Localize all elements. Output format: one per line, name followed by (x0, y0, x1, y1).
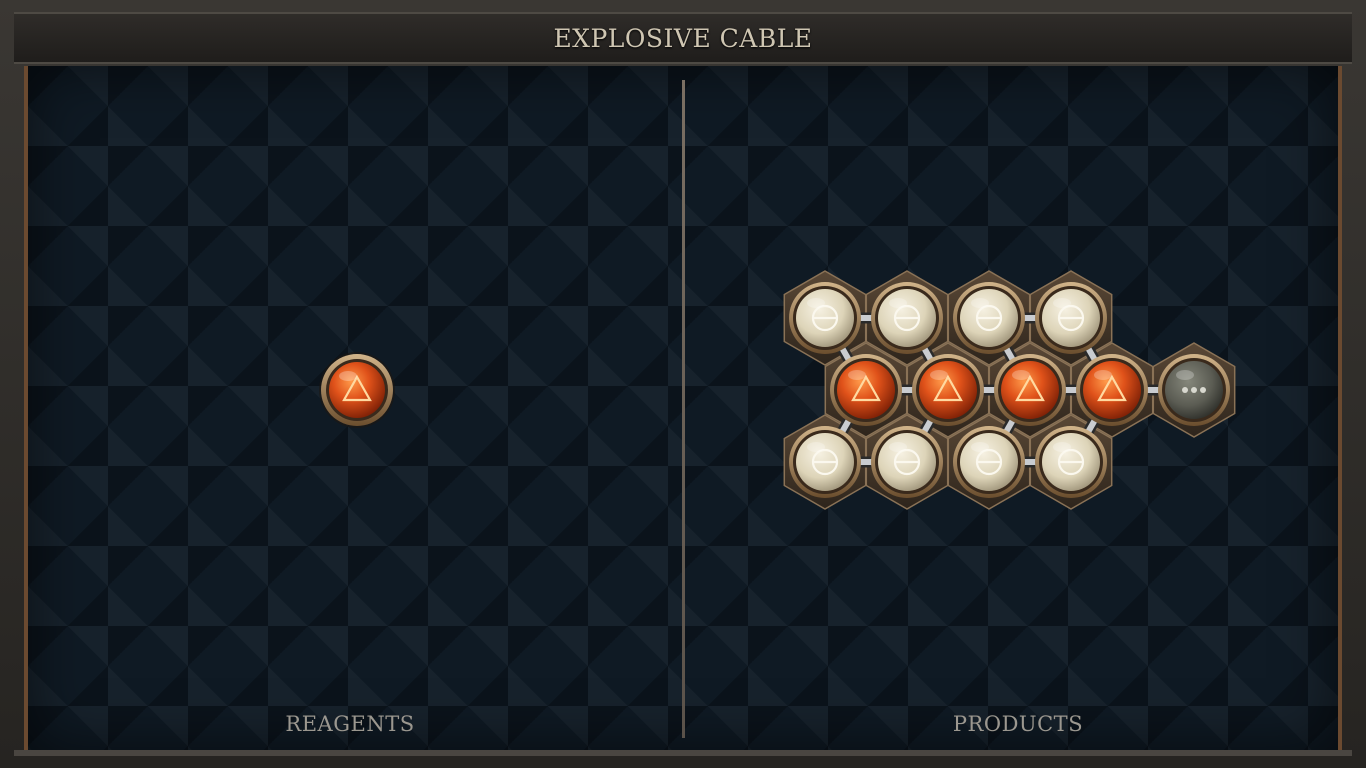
unknown-atom[interactable] (1158, 354, 1230, 426)
atom-highlight (1053, 442, 1071, 452)
fire-atom[interactable] (1076, 354, 1148, 426)
atom-highlight (889, 298, 907, 308)
products-label: PRODUCTS (952, 712, 1084, 736)
fire-atom[interactable] (912, 354, 984, 426)
salt-atom[interactable] (871, 282, 943, 354)
atom-highlight (971, 298, 989, 308)
atom-highlight (1053, 298, 1071, 308)
atom-highlight (848, 370, 866, 380)
atom-highlight (1094, 370, 1112, 380)
fire-atom[interactable] (994, 354, 1066, 426)
salt-atom[interactable] (871, 426, 943, 498)
molecule-atoms (789, 282, 1230, 498)
reagent-fire-atom[interactable] (319, 352, 395, 428)
atom-highlight (807, 442, 825, 452)
salt-atom[interactable] (789, 282, 861, 354)
salt-atom[interactable] (789, 426, 861, 498)
salt-atom[interactable] (1035, 282, 1107, 354)
salt-atom[interactable] (953, 426, 1025, 498)
fire-atom[interactable] (830, 354, 902, 426)
atom-highlight (1176, 370, 1194, 380)
ellipsis-icon (1182, 387, 1206, 393)
atom-highlight (971, 442, 989, 452)
atom-highlight (807, 298, 825, 308)
salt-atom[interactable] (953, 282, 1025, 354)
reagents-label: REAGENTS (285, 712, 415, 736)
atom-highlight (889, 442, 907, 452)
atoms-canvas (319, 270, 1236, 510)
atom-highlight (930, 370, 948, 380)
salt-atom[interactable] (1035, 426, 1107, 498)
atom-highlight (1012, 370, 1030, 380)
